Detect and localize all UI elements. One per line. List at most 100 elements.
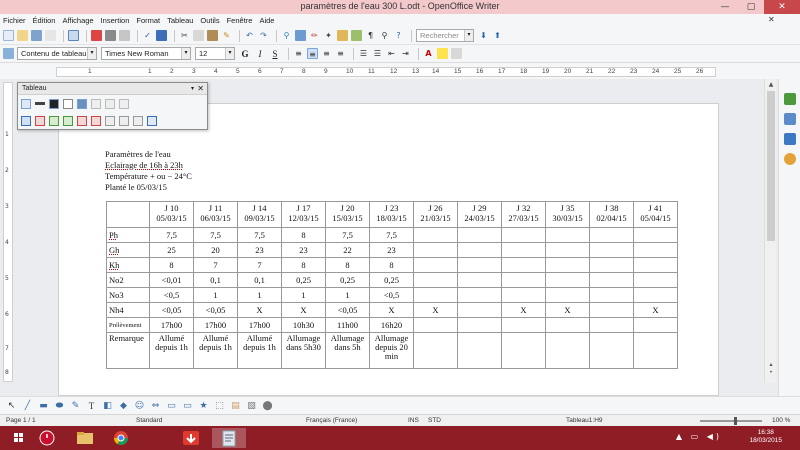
table-cell[interactable] — [413, 332, 458, 369]
vertical-scrollbar[interactable]: ▲ ▴ • — [764, 79, 776, 383]
font-color-icon[interactable]: A — [423, 48, 434, 59]
vertical-ruler[interactable]: 1 2 3 4 5 6 7 8 — [3, 82, 13, 382]
table-cell[interactable] — [633, 332, 678, 369]
align-top-icon[interactable] — [21, 115, 31, 126]
undo-icon[interactable]: ↶ — [244, 30, 255, 41]
row-label[interactable]: Ph — [106, 227, 150, 243]
callouts-icon[interactable]: ▭ — [182, 401, 193, 411]
table-cell[interactable] — [501, 227, 546, 243]
table-cell[interactable] — [589, 332, 634, 369]
ellipse-icon[interactable]: ⬬ — [54, 401, 65, 411]
horizontal-ruler[interactable]: 1 1 2 3 4 5 6 7 8 9 10 11 12 13 14 15 16… — [0, 63, 800, 79]
table-cell[interactable]: 25 — [149, 242, 194, 258]
delete-row-icon[interactable] — [77, 115, 87, 126]
table-cell[interactable] — [589, 227, 634, 243]
split-cells-icon[interactable] — [105, 98, 115, 109]
table-cell[interactable] — [589, 287, 634, 303]
open-folder-icon[interactable] — [17, 30, 28, 41]
table-cell[interactable] — [633, 227, 678, 243]
table-header-cell[interactable]: J 20 15/03/15 — [325, 201, 370, 228]
row-label[interactable]: Prélèvement — [106, 317, 150, 333]
table-cell[interactable]: 23 — [237, 242, 282, 258]
points-icon[interactable]: ⬚ — [214, 401, 225, 411]
table-cell[interactable] — [457, 227, 502, 243]
table-cell[interactable]: 17h00 — [193, 317, 238, 333]
table-cell[interactable]: 17h00 — [149, 317, 194, 333]
table-cell[interactable] — [633, 317, 678, 333]
sum-icon[interactable] — [147, 115, 157, 126]
table-cell[interactable] — [589, 257, 634, 273]
menu-format[interactable]: Format — [136, 16, 160, 25]
table-cell[interactable] — [413, 227, 458, 243]
table-cell[interactable] — [501, 257, 546, 273]
clock[interactable]: 16:38 18/03/2015 — [749, 429, 782, 445]
align-right-icon[interactable]: ≡ — [321, 48, 332, 59]
menu-aide[interactable]: Aide — [259, 16, 274, 25]
table-cell[interactable]: 1 — [281, 287, 326, 303]
table-cell[interactable] — [545, 272, 590, 288]
decrease-indent-icon[interactable]: ⇤ — [386, 48, 397, 59]
previous-page-icon[interactable]: ▴ — [767, 361, 775, 369]
bold-button[interactable]: G — [239, 49, 251, 59]
chevron-down-icon[interactable]: ▾ — [225, 48, 234, 59]
table-header-cell[interactable]: J 10 05/03/15 — [149, 201, 194, 228]
clone-format-icon[interactable]: ✎ — [221, 30, 232, 41]
table-cell[interactable]: 7,5 — [237, 227, 282, 243]
symbol-shapes-icon[interactable]: ☺ — [134, 401, 145, 411]
cut-icon[interactable]: ✂ — [179, 30, 190, 41]
insert-row-icon[interactable] — [49, 115, 59, 126]
row-label[interactable]: Gh — [106, 242, 150, 258]
table-header-cell[interactable]: J 41 05/04/15 — [633, 201, 678, 228]
new-document-icon[interactable] — [3, 30, 14, 41]
minimize-button[interactable]: — — [712, 0, 738, 14]
table-cell[interactable] — [413, 242, 458, 258]
table-cell[interactable]: 8 — [325, 257, 370, 273]
text-icon[interactable]: T — [86, 401, 97, 411]
table-cell[interactable]: X — [501, 302, 546, 318]
table-cell[interactable]: 0,25 — [281, 272, 326, 288]
chevron-down-icon[interactable]: ▾ — [87, 48, 96, 59]
table-cell[interactable]: 0,1 — [193, 272, 238, 288]
block-arrows-icon[interactable]: ⇔ — [150, 401, 161, 411]
table-cell[interactable]: 8 — [281, 227, 326, 243]
table-cell[interactable] — [413, 317, 458, 333]
table-cell[interactable] — [413, 272, 458, 288]
align-left-icon[interactable]: ≡ — [293, 48, 304, 59]
table-cell[interactable]: Allumage depuis 20 min — [369, 332, 414, 369]
table-cell[interactable] — [501, 332, 546, 369]
help-icon[interactable]: ? — [393, 30, 404, 41]
table-cell[interactable]: Allumé depuis 1h — [193, 332, 238, 369]
table-cell[interactable] — [545, 227, 590, 243]
table-cell[interactable] — [633, 242, 678, 258]
table-cell[interactable] — [589, 302, 634, 318]
table-cell[interactable] — [413, 287, 458, 303]
scroll-up-icon[interactable]: ▲ — [767, 81, 775, 89]
table-header-cell[interactable]: J 35 30/03/15 — [545, 201, 590, 228]
zoom-level[interactable]: 100 % — [772, 417, 790, 424]
table-cell[interactable] — [545, 257, 590, 273]
table-cell[interactable]: 7,5 — [369, 227, 414, 243]
table-cell[interactable] — [545, 332, 590, 369]
copy-icon[interactable] — [193, 30, 204, 41]
print-preview-icon[interactable] — [119, 30, 130, 41]
select-arrow-icon[interactable]: ↖ — [6, 401, 17, 411]
row-label[interactable]: Kh — [106, 257, 150, 273]
table-header-cell[interactable]: J 38 02/04/15 — [589, 201, 634, 228]
close-icon[interactable]: ✕ — [197, 83, 204, 95]
table-cell[interactable]: <0,5 — [369, 287, 414, 303]
autoformat-icon[interactable] — [105, 115, 115, 126]
table-cell[interactable]: <0,05 — [193, 302, 238, 318]
fontwork-icon[interactable]: ▤ — [230, 401, 241, 411]
table-cell[interactable] — [457, 332, 502, 369]
email-icon[interactable] — [45, 30, 56, 41]
underline-button[interactable]: S — [269, 49, 281, 59]
table-cell[interactable]: 1 — [237, 287, 282, 303]
table-cell[interactable] — [589, 242, 634, 258]
table-cell[interactable]: <0,01 — [149, 272, 194, 288]
edit-file-icon[interactable] — [68, 30, 79, 41]
fill-color-icon[interactable] — [77, 98, 87, 109]
page-indicator[interactable]: Page 1 / 1 — [6, 417, 36, 424]
highlighting-icon[interactable] — [437, 48, 448, 59]
download-app-button[interactable] — [174, 428, 208, 448]
row-label[interactable]: No2 — [106, 272, 150, 288]
